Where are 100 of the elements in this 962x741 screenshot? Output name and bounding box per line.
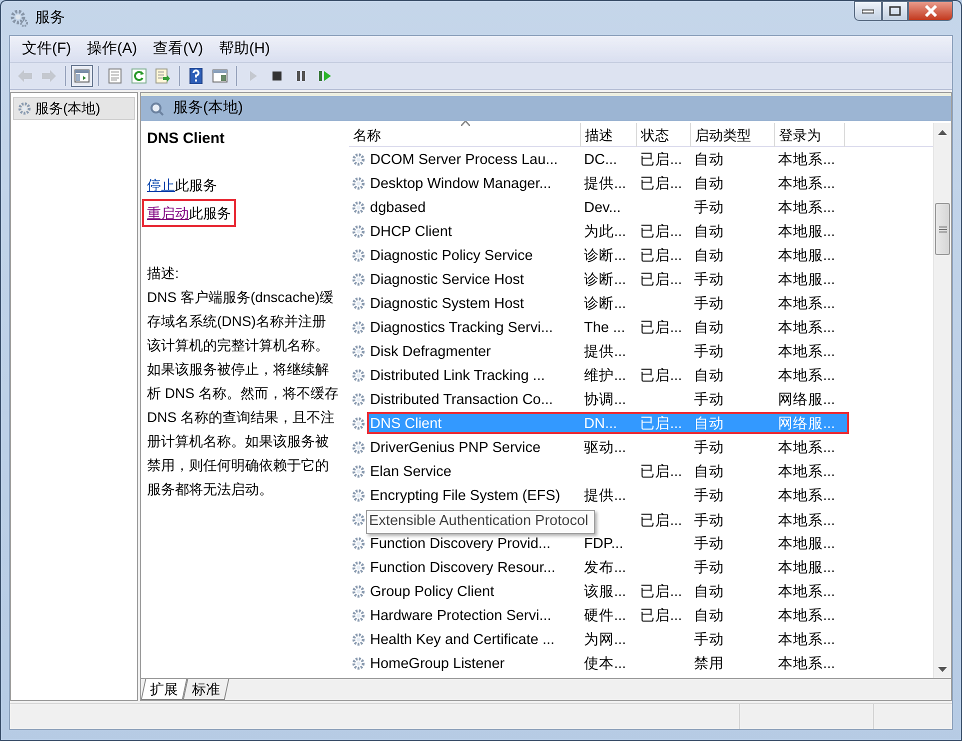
table-row[interactable]: Function Discovery Resour... 发布... 手动 本地服... xyxy=(367,556,849,578)
table-cell: 发布... xyxy=(584,560,626,576)
description-label: 描述: xyxy=(147,264,180,283)
column-header[interactable]: 启动类型 xyxy=(691,123,775,147)
table-cell: Function Discovery Resour... xyxy=(370,560,556,576)
table-row[interactable]: Diagnostic System Host 诊断... 手动 本地系... xyxy=(367,292,849,314)
table-row[interactable]: Diagnostics Tracking Servi... The ... 已启... 自动 本地系... xyxy=(367,316,849,338)
scroll-down-icon[interactable] xyxy=(938,666,947,672)
table-row[interactable]: DHCP Client 为此... 已启... 自动 本地服... xyxy=(367,220,849,242)
search-icon xyxy=(149,100,165,116)
table-cell: 提供... xyxy=(584,344,626,360)
close-icon xyxy=(924,5,938,17)
table-cell: 本地服... xyxy=(778,248,836,264)
close-button[interactable] xyxy=(908,1,953,21)
table-row[interactable]: Disk Defragmenter 提供... 手动 本地系... xyxy=(367,340,849,362)
gear-icon xyxy=(350,272,366,286)
table-cell: Elan Service xyxy=(370,464,452,480)
table-cell: Distributed Transaction Co... xyxy=(370,392,553,408)
table-row[interactable]: Group Policy Client 该服... 已启... 自动 本地系... xyxy=(367,580,849,602)
table-row[interactable]: DCOM Server Process Lau... DC... 已启... 自动 本地系... xyxy=(367,148,849,170)
column-header[interactable]: 登录为 xyxy=(775,123,845,147)
table-cell: 自动 xyxy=(694,248,724,264)
gear-icon xyxy=(350,536,366,550)
table-row[interactable]: Desktop Window Manager... 提供... 已启... 自动 本地系... xyxy=(367,172,849,194)
table-cell: 自动 xyxy=(694,416,724,432)
table-cell: 本地系... xyxy=(778,632,836,648)
table-row[interactable]: HomeGroup Listener 使本... 禁用 本地系... xyxy=(367,652,849,674)
table-cell: 本地系... xyxy=(778,320,836,336)
table-row[interactable]: DriverGenius PNP Service 驱动... 手动 本地系... xyxy=(367,436,849,458)
table-cell: Group Policy Client xyxy=(370,584,494,600)
table-cell: 禁用 xyxy=(694,656,724,672)
tab[interactable]: 扩展 xyxy=(140,679,188,700)
table-row[interactable]: Elan Service 已启... 自动 本地系... xyxy=(367,460,849,482)
gear-icon xyxy=(350,200,366,214)
menu-item[interactable]: 文件(F) xyxy=(14,38,80,60)
table-cell: 硬件... xyxy=(584,608,626,624)
table-cell: 该服... xyxy=(584,584,626,600)
table-cell: 网络服... xyxy=(778,392,836,408)
table-cell: 为网... xyxy=(584,632,626,648)
tree-item[interactable]: 服务(本地) xyxy=(13,97,135,120)
gear-icon xyxy=(350,176,366,190)
export-icon xyxy=(155,68,171,84)
table-row[interactable]: Hardware Protection Servi... 硬件... 已启... 自动 本地系... xyxy=(367,604,849,626)
table-cell: FDP... xyxy=(584,536,624,552)
table-cell: 已启... xyxy=(640,224,682,240)
table-cell: 手动 xyxy=(694,488,724,504)
description-text: DNS 客户端服务(dnscache)缓存域名系统(DNS)名称并注册该计算机的完整计算机名称。如果该服务被停止，将继续解析 DNS 名称。然而，将不缓存 DNS 名称的查询结果，且不注册计算机名称。如果该服务被禁用，则任何明确依赖于它的服务都将无法启动。 xyxy=(147,288,339,499)
tooltip: Extensible Authentication Protocol xyxy=(366,510,596,534)
document-icon xyxy=(107,68,123,84)
table-cell: The ... xyxy=(584,320,626,336)
table-row[interactable]: Diagnostic Service Host 诊断... 已启... 手动 本地服... xyxy=(367,268,849,290)
table-row[interactable]: Distributed Transaction Co... 协调... 手动 网络服... xyxy=(367,388,849,410)
gear-icon xyxy=(350,488,366,502)
menu-item[interactable]: 操作(A) xyxy=(79,38,146,60)
table-cell: 网络服... xyxy=(778,416,836,432)
column-header[interactable]: 状态 xyxy=(637,123,691,147)
table-cell: 已启... xyxy=(640,608,682,624)
table-cell: 已启... xyxy=(640,320,682,336)
scroll-up-icon[interactable] xyxy=(938,130,947,134)
table-cell: 诊断... xyxy=(584,248,626,264)
action-link[interactable]: 停止 xyxy=(147,177,175,193)
table-row[interactable]: Distributed Link Tracking ... 维护... 已启... 自动 本地系... xyxy=(367,364,849,386)
table-cell: Health Key and Certificate ... xyxy=(370,632,555,648)
action-link[interactable]: 重启动 xyxy=(147,205,189,221)
table-cell: dgbased xyxy=(370,200,426,216)
gear-icon xyxy=(17,101,32,116)
table-row[interactable]: Health Key and Certificate ... 为网... 手动 本地系... xyxy=(367,628,849,650)
table-cell: 手动 xyxy=(694,440,724,456)
table-row[interactable]: Function Discovery Provid... FDP... 手动 本地服... xyxy=(367,532,849,554)
table-cell: 本地系... xyxy=(778,488,836,504)
table-cell: 已启... xyxy=(640,584,682,600)
table-cell: 本地系... xyxy=(778,513,836,529)
table-cell: 提供... xyxy=(584,176,626,192)
column-header[interactable]: 描述 xyxy=(581,123,637,147)
table-row[interactable]: Encrypting File System (EFS) 提供... 手动 本地系... xyxy=(367,484,849,506)
window-pane-button[interactable] xyxy=(71,65,93,87)
tab[interactable]: 标准 xyxy=(182,679,230,700)
table-row[interactable]: Diagnostic Policy Service 诊断... 已启... 自动 本地服... xyxy=(367,244,849,266)
gear-icon xyxy=(350,224,366,238)
menu-item[interactable]: 查看(V) xyxy=(145,38,212,60)
minimize-icon xyxy=(862,8,874,14)
table-cell: 本地系... xyxy=(778,464,836,480)
back-icon xyxy=(17,68,33,84)
table-cell: 本地服... xyxy=(778,272,836,288)
window-title: 服务 xyxy=(35,8,65,28)
menu-item[interactable]: 帮助(H) xyxy=(211,38,278,60)
minimize-button[interactable] xyxy=(854,1,882,21)
table-cell: 手动 xyxy=(694,392,724,408)
column-header[interactable]: 名称 xyxy=(349,123,581,147)
gear-icon xyxy=(350,584,366,598)
table-cell: 本地系... xyxy=(778,176,836,192)
maximize-icon xyxy=(889,6,901,16)
table-cell: 已启... xyxy=(640,152,682,168)
table-row[interactable]: dgbased Dev... 手动 本地系... xyxy=(367,196,849,218)
table-cell: 自动 xyxy=(694,368,724,384)
window-icon xyxy=(212,68,228,84)
maximize-button[interactable] xyxy=(882,1,908,21)
table-cell: 手动 xyxy=(694,200,724,216)
table-cell: 手动 xyxy=(694,272,724,288)
scrollbar[interactable] xyxy=(933,123,951,678)
